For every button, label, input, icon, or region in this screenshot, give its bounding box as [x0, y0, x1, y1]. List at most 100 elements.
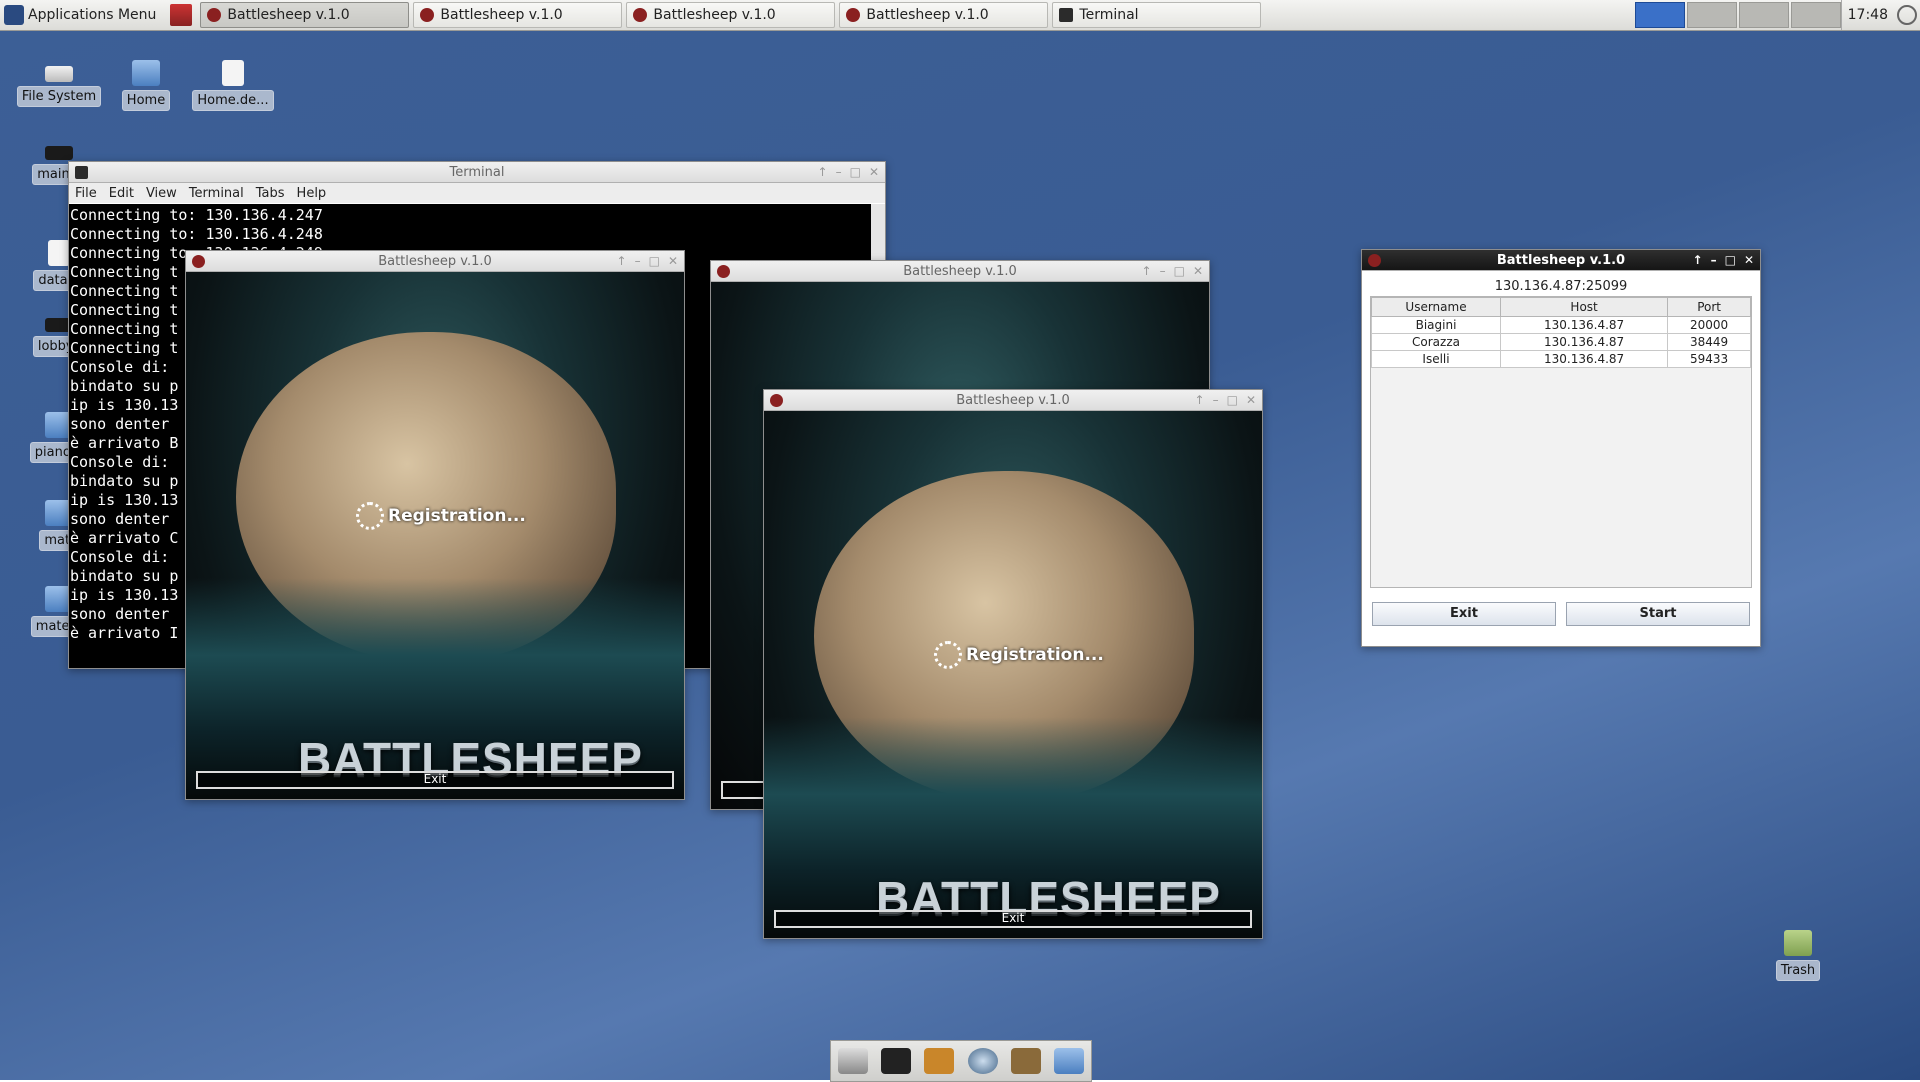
desktop-icon-home[interactable]: Home — [101, 60, 191, 111]
applications-menu-button[interactable]: Applications Menu — [0, 0, 164, 30]
taskbar-item-battlesheep-3[interactable]: Battlesheep v.1.0 — [626, 2, 836, 28]
search-tool-icon[interactable] — [1010, 1048, 1041, 1074]
workspace-4[interactable] — [1790, 2, 1841, 28]
cell-port: 20000 — [1667, 316, 1751, 334]
clock[interactable]: 17:48 — [1840, 0, 1894, 30]
desktop-icon-label: Trash — [1775, 960, 1821, 981]
folder-icon[interactable] — [1054, 1048, 1085, 1074]
battlesheep-icon — [633, 8, 648, 22]
taskbar-item-battlesheep-2[interactable]: Battlesheep v.1.0 — [413, 2, 623, 28]
maximize-button[interactable]: □ — [850, 165, 861, 179]
bottom-dock — [830, 1040, 1092, 1082]
trash-icon — [1784, 930, 1812, 956]
battlesheep-icon — [770, 393, 783, 407]
cell-username: Iselli — [1371, 350, 1501, 368]
desktop-icon-home-desktop[interactable]: Home.de... — [188, 60, 278, 111]
terminal-icon[interactable] — [880, 1048, 911, 1074]
table-row[interactable]: Iselli 130.136.4.87 59433 — [1371, 350, 1751, 368]
cell-username: Biagini — [1371, 316, 1501, 334]
menu-file[interactable]: File — [75, 186, 97, 201]
menu-tabs[interactable]: Tabs — [256, 186, 285, 201]
archive-icon[interactable] — [924, 1048, 955, 1074]
exit-button[interactable]: Exit — [1372, 602, 1556, 626]
shade-button[interactable]: ↑ — [1693, 253, 1703, 267]
workspace-3[interactable] — [1738, 2, 1789, 28]
start-button[interactable]: Start — [1566, 602, 1750, 626]
applications-menu-label: Applications Menu — [28, 7, 157, 23]
close-button[interactable]: ✕ — [869, 165, 879, 179]
taskbar-item-label: Battlesheep v.1.0 — [440, 7, 563, 23]
menu-edit[interactable]: Edit — [109, 186, 134, 201]
menu-terminal[interactable]: Terminal — [189, 186, 244, 201]
column-host[interactable]: Host — [1499, 297, 1669, 317]
shade-button[interactable]: ↑ — [818, 165, 828, 179]
registration-status: Registration... — [356, 502, 526, 530]
terminal-titlebar[interactable]: Terminal ↑ – □ ✕ — [69, 162, 885, 183]
cell-port: 59433 — [1667, 350, 1751, 368]
battlesheep-icon — [846, 8, 861, 22]
workspace-2[interactable] — [1686, 2, 1737, 28]
terminal-menubar: File Edit View Terminal Tabs Help — [69, 183, 885, 203]
battlesheep-titlebar[interactable]: Battlesheep v.1.0 ↑ – □ ✕ — [186, 251, 684, 272]
taskbar-item-battlesheep-1[interactable]: Battlesheep v.1.0 — [200, 2, 410, 28]
maximize-button[interactable]: □ — [1227, 393, 1238, 407]
game-splash: Registration... BATTLESHEEP Exit — [764, 411, 1262, 938]
desktop-icon-file-system[interactable]: File System — [14, 60, 104, 107]
minimize-button[interactable]: – — [1160, 264, 1166, 278]
column-port[interactable]: Port — [1667, 297, 1751, 317]
battlesheep-window-1: Battlesheep v.1.0 ↑ – □ ✕ Registration... B… — [185, 250, 685, 800]
top-panel: Applications Menu Battlesheep v.1.0 Batt… — [0, 0, 1920, 31]
taskbar-item-label: Terminal — [1079, 7, 1139, 23]
maximize-button[interactable]: □ — [649, 254, 660, 268]
table-row[interactable]: Corazza 130.136.4.87 38449 — [1371, 333, 1751, 351]
battlesheep-icon — [717, 264, 730, 278]
maximize-button[interactable]: □ — [1174, 264, 1185, 278]
battlesheep-titlebar[interactable]: Battlesheep v.1.0 ↑ – □ ✕ — [764, 390, 1262, 411]
cell-host: 130.136.4.87 — [1499, 316, 1669, 334]
terminal-line: Connecting to: 130.136.4.247 — [70, 206, 323, 224]
game-splash: Registration... BATTLESHEEP Exit — [186, 272, 684, 799]
exit-button[interactable]: Exit — [196, 771, 674, 789]
column-username[interactable]: Username — [1371, 297, 1501, 317]
desktop-icon-label: Home — [121, 90, 171, 111]
minimize-button[interactable]: – — [1711, 253, 1717, 267]
drive-icon — [45, 66, 73, 82]
close-button[interactable]: ✕ — [1246, 393, 1256, 407]
logout-icon[interactable] — [170, 4, 193, 26]
battlesheep-icon — [207, 8, 222, 22]
close-button[interactable]: ✕ — [1744, 253, 1754, 267]
maximize-button[interactable]: □ — [1725, 253, 1736, 267]
desktop-icon-trash[interactable]: Trash — [1753, 930, 1843, 981]
exit-button[interactable]: Exit — [774, 910, 1252, 928]
battlesheep-icon — [1368, 253, 1381, 267]
menu-help[interactable]: Help — [297, 186, 327, 201]
globe-icon[interactable] — [967, 1048, 998, 1074]
lobby-titlebar[interactable]: Battlesheep v.1.0 ↑ – □ ✕ — [1362, 250, 1760, 271]
window-title: Battlesheep v.1.0 — [903, 263, 1017, 279]
workspace-1[interactable] — [1634, 2, 1685, 28]
registration-label: Registration... — [966, 645, 1104, 665]
close-button[interactable]: ✕ — [1193, 264, 1203, 278]
home-folder-icon — [132, 60, 160, 86]
minimize-button[interactable]: – — [836, 165, 842, 179]
drive-icon[interactable] — [837, 1048, 868, 1074]
minimize-button[interactable]: – — [1213, 393, 1219, 407]
taskbar-item-battlesheep-4[interactable]: Battlesheep v.1.0 — [839, 2, 1049, 28]
executable-icon — [45, 146, 73, 160]
battlesheep-icon — [192, 254, 205, 268]
workspace-switcher — [1634, 0, 1841, 30]
minimize-button[interactable]: – — [635, 254, 641, 268]
close-button[interactable]: ✕ — [668, 254, 678, 268]
battlesheep-window-3: Battlesheep v.1.0 ↑ – □ ✕ Registration... B… — [763, 389, 1263, 939]
shade-button[interactable]: ↑ — [617, 254, 627, 268]
terminal-line: Connecting to: 130.136.4.248 — [70, 225, 323, 243]
shade-button[interactable]: ↑ — [1195, 393, 1205, 407]
loading-spinner-icon — [356, 502, 384, 530]
network-tray[interactable] — [1894, 0, 1920, 30]
table-row[interactable]: Biagini 130.136.4.87 20000 — [1371, 316, 1751, 334]
menu-view[interactable]: View — [146, 186, 177, 201]
battlesheep-titlebar[interactable]: Battlesheep v.1.0 ↑ – □ ✕ — [711, 261, 1209, 282]
window-title: Battlesheep v.1.0 — [378, 253, 492, 269]
taskbar-item-terminal[interactable]: Terminal — [1052, 2, 1262, 28]
shade-button[interactable]: ↑ — [1142, 264, 1152, 278]
